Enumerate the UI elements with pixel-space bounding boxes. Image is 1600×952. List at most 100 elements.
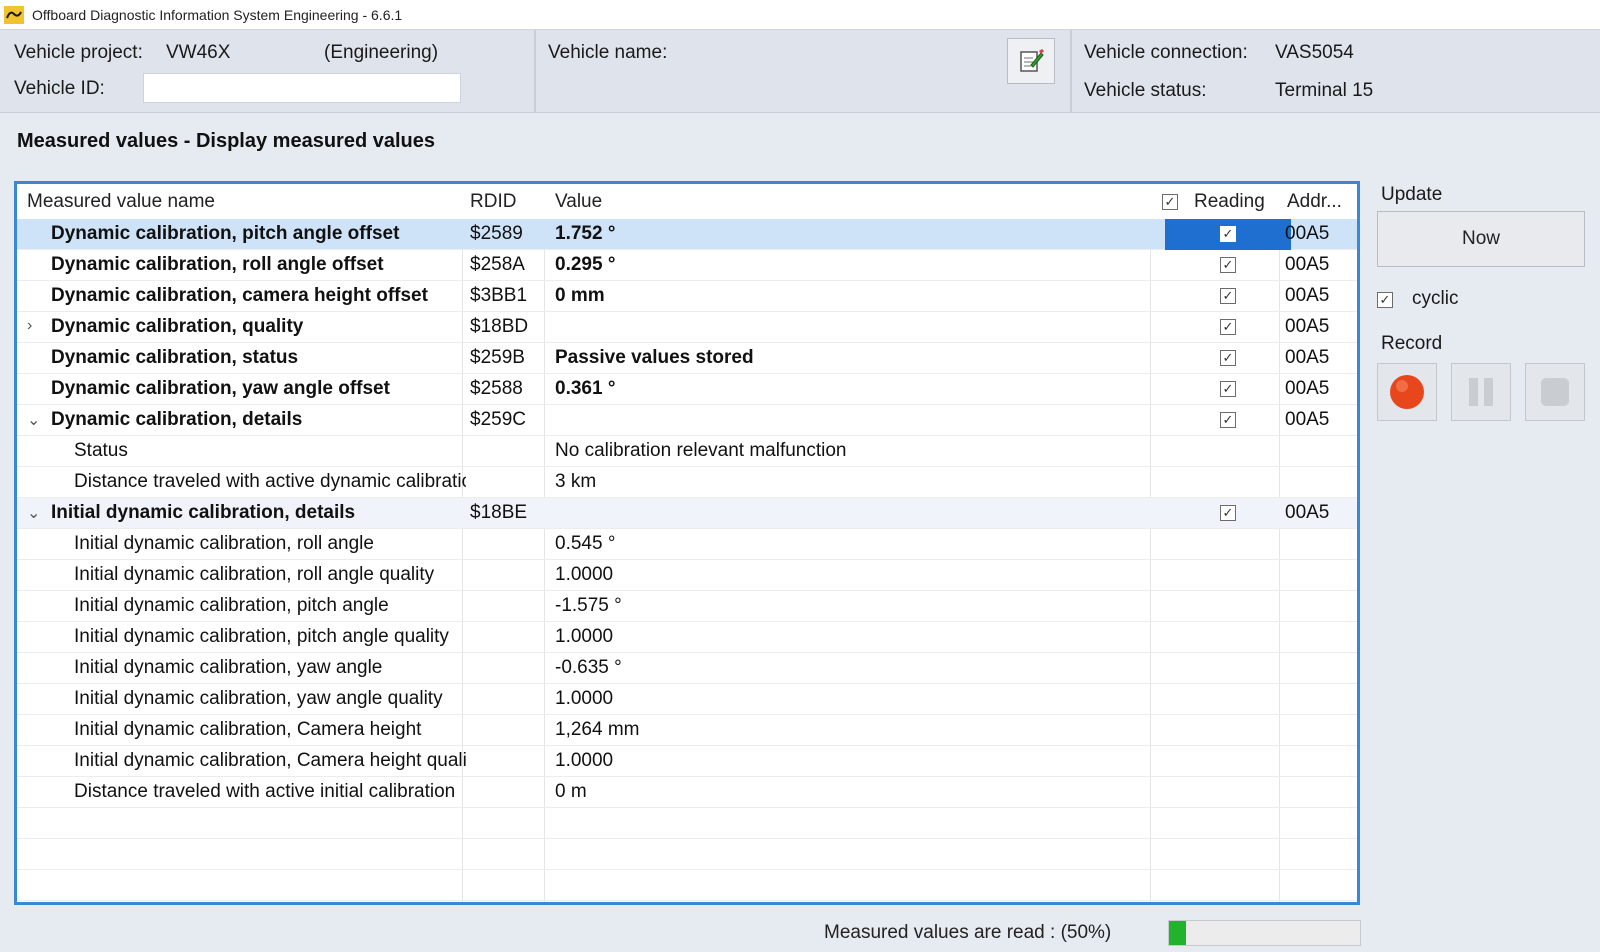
vehicle-name-label: Vehicle name: [548,42,668,63]
cell-value: 0.295 ° [555,254,616,275]
window-title: Offboard Diagnostic Information System E… [32,6,403,23]
table-row[interactable]: Initial dynamic calibration, roll angle 0… [17,529,1357,560]
cell-rdid: $2588 [470,378,523,399]
edit-vehicle-name-button[interactable] [1007,38,1055,84]
cell-name: Dynamic calibration, roll angle offset [51,254,384,275]
cell-addr: 00A5 [1285,285,1330,306]
cell-name: Dynamic calibration, yaw angle offset [51,378,390,399]
edit-icon [1020,49,1044,72]
cell-rdid: $259C [470,409,526,430]
table-row[interactable]: Initial dynamic calibration, pitch angle… [17,591,1357,622]
vehicle-connection-label: Vehicle connection: [1084,42,1248,63]
cell-name: Initial dynamic calibration, pitch angle [74,595,389,616]
record-button[interactable] [1377,363,1437,421]
cell-addr: 00A5 [1285,223,1330,244]
table-row[interactable]: Dynamic calibration, yaw angle offset $25… [17,374,1357,405]
cell-name: Dynamic calibration, camera height offse… [51,285,428,306]
pause-button[interactable] [1451,363,1511,421]
reading-checkbox[interactable]: ✓ [1220,226,1236,242]
progress-fill [1169,921,1187,945]
cell-name: Initial dynamic calibration, pitch angle… [74,626,449,647]
cell-value: 1.0000 [555,626,614,647]
reading-checkbox[interactable]: ✓ [1220,381,1236,397]
cell-addr: 00A5 [1285,316,1330,337]
cell-name: Dynamic calibration, quality [51,316,304,337]
update-now-button[interactable]: Now [1377,211,1585,267]
cell-addr: 00A5 [1285,378,1330,399]
empty-row [17,870,1357,901]
table-row[interactable]: Initial dynamic calibration, Camera heig… [17,715,1357,746]
cell-rdid: $2589 [470,223,523,244]
cell-rdid: $18BE [470,502,528,523]
column-header-name[interactable]: Measured value name [27,191,215,213]
reading-checkbox[interactable]: ✓ [1220,319,1236,335]
cell-value: No calibration relevant malfunction [555,440,847,461]
status-text: Measured values are read : (50%) [824,922,1112,943]
stop-button[interactable] [1525,363,1585,421]
table-row[interactable]: Distance traveled with active dynamic ca… [17,467,1357,498]
cell-name: Dynamic calibration, details [51,409,303,430]
table-row[interactable]: Dynamic calibration, camera height offse… [17,281,1357,312]
select-all-checkbox[interactable]: ✓ [1162,194,1178,210]
table-row[interactable]: Status No calibration relevant malfunctio… [17,436,1357,467]
expand-row-icon[interactable]: › [27,317,32,335]
cell-value: -0.635 ° [555,657,622,678]
table-row[interactable]: ⌄ Dynamic calibration, details $259C ✓ 00A5 [17,405,1357,436]
table-row[interactable]: Dynamic calibration, status $259B Passive … [17,343,1357,374]
reading-checkbox[interactable]: ✓ [1220,257,1236,273]
cell-addr: 00A5 [1285,347,1330,368]
vehicle-id-label: Vehicle ID: [14,78,105,99]
table-row[interactable]: Initial dynamic calibration, yaw angle q… [17,684,1357,715]
cell-value: 3 km [555,471,597,492]
table-row[interactable]: ⌄ Initial dynamic calibration, details $18… [17,498,1357,529]
column-header-addr[interactable]: Addr... [1287,191,1342,213]
cell-rdid: $259B [470,347,525,368]
table-row[interactable]: Initial dynamic calibration, pitch angle… [17,622,1357,653]
vehicle-connection-value: VAS5054 [1275,42,1354,63]
cell-name: Initial dynamic calibration, roll angle … [74,564,435,585]
cell-name: Initial dynamic calibration, yaw angle [74,657,383,678]
table-row[interactable]: Distance traveled with active initial ca… [17,777,1357,808]
vehicle-id-field[interactable] [143,73,461,103]
app-logo-icon [4,5,24,24]
cyclic-checkbox[interactable]: ✓ [1377,292,1393,308]
empty-row [17,839,1357,870]
record-label: Record [1381,333,1443,354]
cell-value: Passive values stored [555,347,754,368]
vehicle-name-panel: Vehicle name: [536,30,1072,113]
cell-value: 1.0000 [555,750,614,771]
table-row[interactable]: Initial dynamic calibration, roll angle … [17,560,1357,591]
reading-checkbox[interactable]: ✓ [1220,350,1236,366]
reading-cell-selected: ✓ [1165,219,1291,250]
table-row[interactable]: Initial dynamic calibration, Camera heig… [17,746,1357,777]
vehicle-connection-panel: Vehicle connection: VAS5054 Vehicle stat… [1072,30,1600,113]
vehicle-status-value: Terminal 15 [1275,80,1374,101]
cyclic-label: cyclic [1412,288,1459,309]
column-header-reading[interactable]: Reading [1194,191,1265,213]
column-header-rdid[interactable]: RDID [470,191,516,213]
stop-icon [1541,378,1569,406]
cell-value: -1.575 ° [555,595,622,616]
cell-rdid: $258A [470,254,525,275]
collapse-row-icon[interactable]: ⌄ [27,410,40,430]
collapse-row-icon[interactable]: ⌄ [27,503,40,523]
cell-name: Dynamic calibration, pitch angle offset [51,223,400,244]
vehicle-project-value: VW46X [166,42,231,63]
cell-name: Initial dynamic calibration, yaw angle q… [74,688,443,709]
table-row[interactable]: Dynamic calibration, roll angle offset $2… [17,250,1357,281]
cell-name: Status [74,440,128,461]
update-label: Update [1381,184,1443,205]
measured-values-table[interactable]: Measured value name RDID Value ✓ Reading… [14,181,1360,905]
reading-checkbox[interactable]: ✓ [1220,505,1236,521]
progress-bar [1168,920,1361,946]
table-row[interactable]: Dynamic calibration, pitch angle offset $… [17,219,1357,250]
pause-icon [1469,378,1493,406]
table-row[interactable]: Initial dynamic calibration, yaw angle -0… [17,653,1357,684]
reading-checkbox[interactable]: ✓ [1220,288,1236,304]
reading-checkbox[interactable]: ✓ [1220,412,1236,428]
cell-value: 1.752 ° [555,223,616,244]
column-header-value[interactable]: Value [555,191,602,213]
vehicle-project-mode: (Engineering) [324,42,439,63]
table-row[interactable]: › Dynamic calibration, quality $18BD ✓ 00A5 [17,312,1357,343]
cell-rdid: $3BB1 [470,285,528,306]
